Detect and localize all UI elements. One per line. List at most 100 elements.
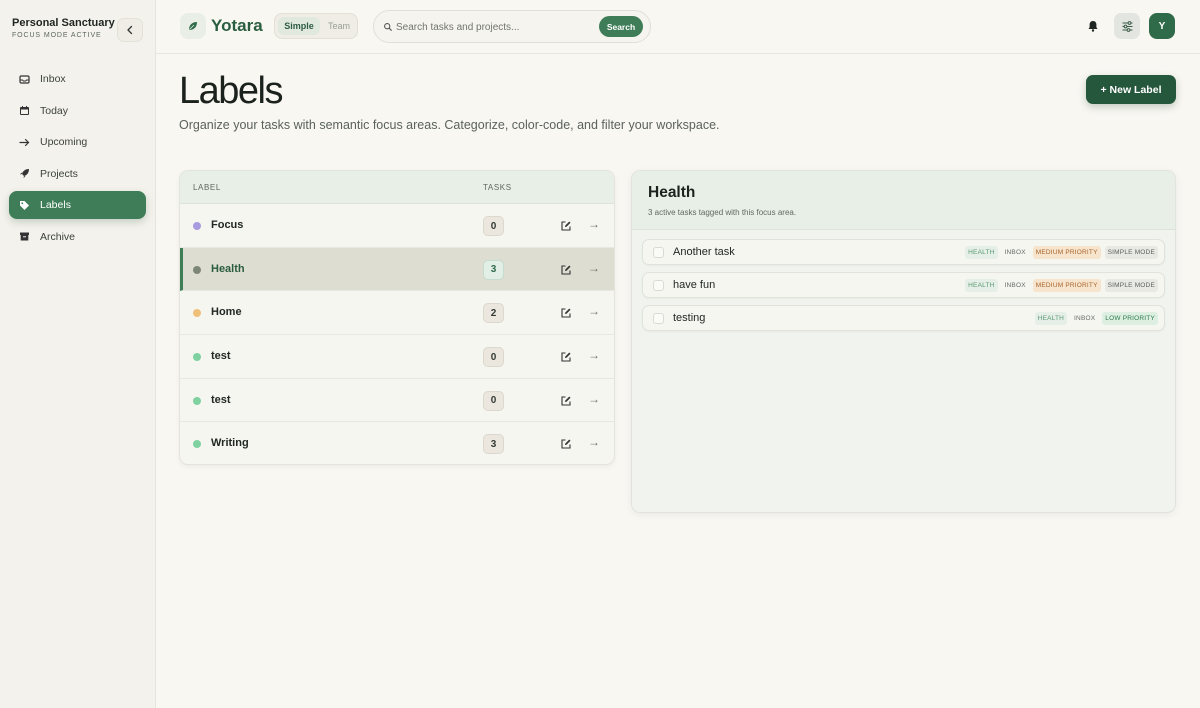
edit-icon[interactable] bbox=[560, 351, 572, 363]
label-detail-panel: Health 3 active tasks tagged with this f… bbox=[631, 170, 1176, 513]
detail-header: Health 3 active tasks tagged with this f… bbox=[632, 171, 1175, 230]
label-color-dot bbox=[193, 440, 201, 449]
edit-icon[interactable] bbox=[560, 220, 572, 232]
new-label-button[interactable]: + New Label bbox=[1086, 75, 1176, 104]
top-header: Yotara Simple Team Search Y bbox=[156, 0, 1200, 54]
task-tag: MEDIUM PRIORITY bbox=[1032, 246, 1101, 259]
archive-icon bbox=[19, 231, 30, 242]
task-row[interactable]: Another task HEALTH INBOX MEDIUM PRIORITY SI… bbox=[642, 239, 1165, 265]
label-color-dot bbox=[193, 265, 201, 274]
task-list: Another task HEALTH INBOX MEDIUM PRIORITY SI… bbox=[642, 239, 1165, 338]
edit-icon[interactable] bbox=[560, 395, 572, 407]
arrow-right-icon[interactable]: → bbox=[588, 261, 600, 275]
label-color-dot bbox=[193, 396, 201, 405]
chevron-left-icon bbox=[127, 25, 133, 35]
task-tag: SIMPLE MODE bbox=[1104, 246, 1158, 259]
sidebar-item-projects[interactable]: Projects bbox=[9, 160, 146, 188]
arrow-right-icon[interactable]: → bbox=[588, 392, 600, 406]
label-color-dot bbox=[193, 353, 201, 362]
label-row[interactable]: test 0 → bbox=[180, 379, 614, 423]
tag-icon bbox=[19, 200, 30, 211]
sidebar: Personal Sanctuary FOCUS MODE ACTIVE Inb… bbox=[0, 0, 156, 708]
leaf-logo-icon bbox=[180, 13, 206, 39]
task-tag: HEALTH bbox=[965, 246, 998, 259]
task-tag: MEDIUM PRIORITY bbox=[1032, 279, 1101, 292]
task-tag: INBOX bbox=[1004, 282, 1026, 289]
label-row[interactable]: test 0 → bbox=[180, 335, 614, 379]
search-icon bbox=[384, 23, 392, 31]
label-name: Home bbox=[211, 306, 242, 319]
sidebar-item-archive[interactable]: Archive bbox=[9, 223, 146, 251]
search-bar: Search bbox=[373, 10, 651, 43]
sidebar-item-upcoming[interactable]: Upcoming bbox=[9, 128, 146, 156]
task-checkbox[interactable] bbox=[653, 280, 664, 291]
sidebar-item-inbox[interactable]: Inbox bbox=[9, 65, 146, 93]
label-row[interactable]: Writing 3 → bbox=[180, 422, 614, 464]
bell-icon[interactable] bbox=[1086, 19, 1100, 33]
task-tag: SIMPLE MODE bbox=[1104, 279, 1158, 292]
column-header-tasks: TASKS bbox=[483, 183, 512, 192]
label-name: test bbox=[211, 350, 231, 363]
page-title: Labels bbox=[179, 70, 283, 112]
sidebar-item-labels[interactable]: Labels bbox=[9, 191, 146, 219]
label-color-dot bbox=[193, 222, 201, 230]
task-tags: HEALTH INBOX MEDIUM PRIORITY SIMPLE MODE bbox=[965, 246, 1158, 259]
task-tag: LOW PRIORITY bbox=[1102, 312, 1158, 325]
rocket-icon bbox=[19, 168, 30, 179]
sidebar-item-label: Today bbox=[40, 104, 69, 117]
task-count-badge: 3 bbox=[483, 434, 504, 455]
task-tag: INBOX bbox=[1074, 315, 1096, 322]
label-row[interactable]: Focus 0 → bbox=[180, 204, 614, 248]
mode-team-toggle[interactable]: Team bbox=[321, 17, 357, 35]
sidebar-item-label: Projects bbox=[40, 167, 78, 180]
edit-icon[interactable] bbox=[560, 307, 572, 319]
edit-icon[interactable] bbox=[560, 264, 572, 276]
sidebar-item-label: Upcoming bbox=[40, 136, 88, 148]
workspace-status: FOCUS MODE ACTIVE bbox=[12, 32, 102, 39]
sidebar-item-label: Inbox bbox=[40, 73, 66, 85]
sliders-icon bbox=[1122, 20, 1132, 32]
sidebar-item-today[interactable]: Today bbox=[9, 97, 146, 125]
task-row[interactable]: have fun HEALTH INBOX MEDIUM PRIORITY SIMPLE… bbox=[642, 272, 1165, 298]
arrow-right-icon[interactable]: → bbox=[588, 217, 600, 231]
arrow-right-icon[interactable]: → bbox=[588, 348, 600, 362]
mode-simple-toggle[interactable]: Simple bbox=[278, 17, 320, 35]
arrow-right-icon[interactable]: → bbox=[588, 435, 600, 449]
search-input[interactable] bbox=[396, 19, 596, 35]
task-tag: HEALTH bbox=[965, 279, 998, 292]
label-name: test bbox=[211, 393, 231, 406]
collapse-sidebar-button[interactable] bbox=[117, 18, 143, 42]
task-count-badge: 0 bbox=[483, 216, 504, 236]
arrow-right-icon bbox=[19, 137, 30, 148]
sidebar-item-label: Archive bbox=[40, 230, 76, 243]
arrow-right-icon[interactable]: → bbox=[588, 304, 600, 318]
detail-title: Health bbox=[648, 184, 696, 201]
task-checkbox[interactable] bbox=[653, 247, 664, 258]
edit-icon[interactable] bbox=[560, 438, 572, 450]
task-checkbox[interactable] bbox=[653, 313, 664, 324]
filter-settings-button[interactable] bbox=[1114, 13, 1140, 39]
avatar[interactable]: Y bbox=[1149, 13, 1175, 39]
task-tags: HEALTH INBOX LOW PRIORITY bbox=[1034, 312, 1158, 325]
sidebar-nav: Inbox Today Upcoming Projects Labels Arc… bbox=[9, 65, 146, 254]
task-count-badge: 3 bbox=[483, 259, 504, 280]
search-button[interactable]: Search bbox=[599, 16, 643, 37]
label-color-dot bbox=[193, 309, 201, 318]
label-row[interactable]: Home 2 → bbox=[180, 291, 614, 336]
task-count-badge: 0 bbox=[483, 390, 504, 411]
page-subtitle: Organize your tasks with semantic focus … bbox=[179, 118, 720, 132]
label-name: Writing bbox=[211, 437, 249, 450]
sidebar-item-label: Labels bbox=[40, 199, 71, 211]
labels-table: LABEL TASKS Focus 0 → Health 3 → Home 2 → test 0 → t… bbox=[179, 170, 615, 465]
mode-switch: Simple Team bbox=[274, 13, 358, 39]
task-tag: INBOX bbox=[1004, 249, 1026, 256]
task-row[interactable]: testing HEALTH INBOX LOW PRIORITY bbox=[642, 305, 1165, 331]
task-count-badge: 0 bbox=[483, 347, 504, 368]
label-name: Focus bbox=[211, 219, 244, 231]
brand-name: Yotara bbox=[211, 16, 263, 35]
task-tag: HEALTH bbox=[1034, 312, 1068, 325]
label-row[interactable]: Health 3 → bbox=[180, 247, 614, 292]
calendar-icon bbox=[19, 105, 30, 116]
workspace-name: Personal Sanctuary bbox=[12, 17, 115, 29]
task-count-badge: 2 bbox=[483, 303, 504, 324]
